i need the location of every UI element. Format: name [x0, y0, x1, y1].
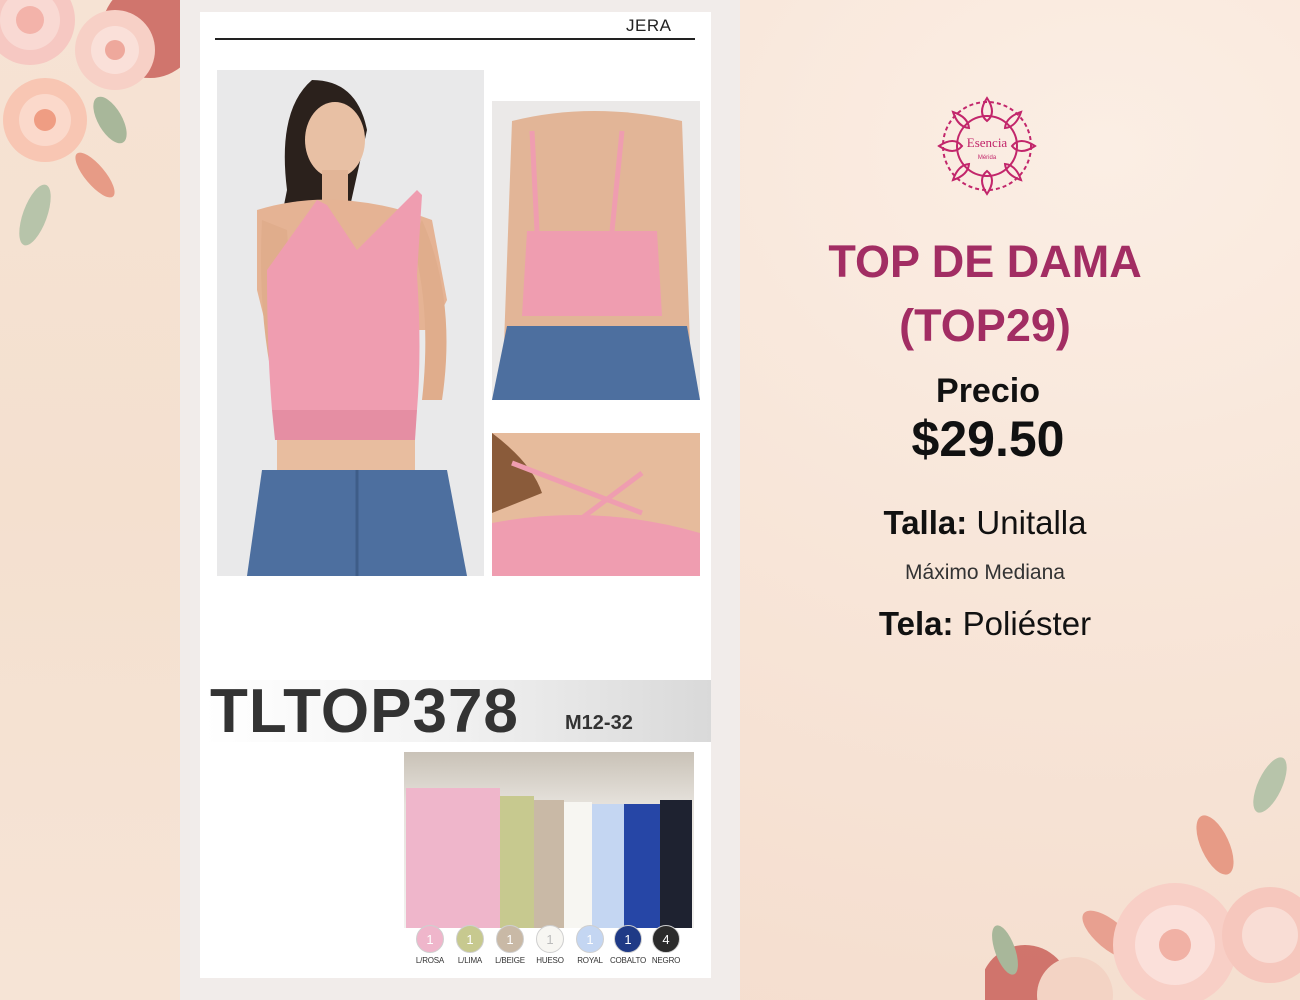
stack-rosa: [406, 788, 500, 928]
product-title: TOP DE DAMA (TOP29): [828, 236, 1142, 351]
color-dot-hueso: 1: [536, 925, 564, 953]
size-value: Unitalla: [976, 504, 1087, 541]
brand-label: JERA: [626, 16, 672, 35]
size-note: Máximo Mediana: [905, 561, 1065, 584]
logo-wordmark: Esencia: [967, 135, 1008, 150]
color-dot-rosa: 1: [416, 925, 444, 953]
product-code: TLTOP378: [210, 677, 519, 746]
top-left-floral-decoration: [0, 0, 180, 246]
logo-city: Mérida: [978, 155, 997, 161]
stack-negro: [660, 800, 692, 928]
size-label: Talla:: [883, 504, 968, 541]
model-back-illustration: [492, 111, 700, 400]
stack-beige: [534, 800, 564, 928]
model-front-photo: [217, 70, 484, 576]
color-variants-photo: [404, 752, 694, 928]
stack-cobalto: [624, 804, 660, 928]
color-dot-beige: 1: [496, 925, 524, 953]
fabric-value: Poliéster: [962, 605, 1092, 642]
color-label-negro: NEGRO: [651, 956, 681, 965]
color-dot-lima: 1: [456, 925, 484, 953]
stack-hueso: [564, 802, 592, 928]
color-legend: 1 L/ROSA 1 L/LIMA 1 L/BEIGE 1 HUESO 1 RO…: [414, 925, 694, 969]
product-code-sub: M12-32: [565, 712, 633, 734]
color-dot-royal: 1: [576, 925, 604, 953]
color-dot-cobalto: 1: [614, 925, 642, 953]
fabric-spec: Tela: Poliéster: [820, 605, 1150, 643]
brand-rule: [215, 38, 695, 40]
size-spec: Talla: Unitalla: [820, 504, 1150, 542]
fabric-label: Tela:: [878, 605, 954, 642]
price-label: Precio: [936, 372, 1040, 410]
model-front-illustration: [247, 80, 467, 576]
price-value: $29.50: [911, 411, 1065, 467]
esencia-logo: Esencia Mérida: [937, 96, 1037, 196]
neckline-illustration: [492, 433, 700, 576]
stack-royal: [592, 804, 624, 928]
neckline-detail-photo: [492, 433, 700, 576]
color-dot-negro: 4: [652, 925, 680, 953]
bottom-right-floral-decoration: [985, 757, 1300, 1000]
model-back-photo: [492, 101, 700, 400]
stack-lima: [500, 796, 534, 928]
